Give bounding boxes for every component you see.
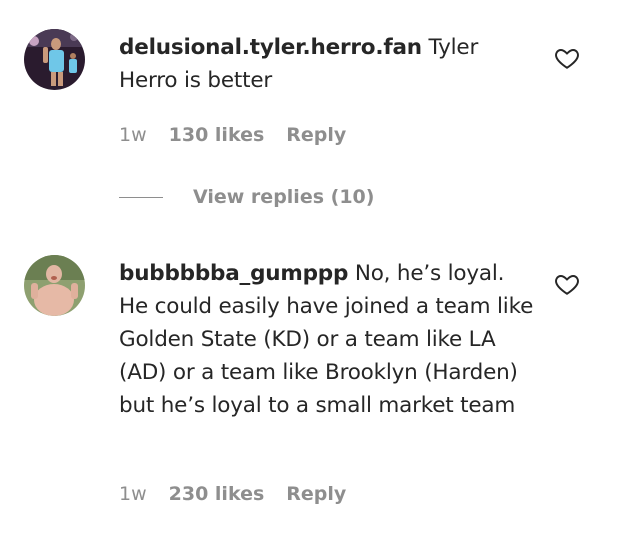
avatar[interactable] — [24, 29, 85, 90]
comment-meta: 1w 230 likes Reply — [119, 483, 346, 505]
heart-icon[interactable] — [554, 45, 580, 71]
comment-body: delusional.tyler.herro.fan Tyler Herro i… — [119, 31, 539, 97]
reply-button[interactable]: Reply — [286, 124, 346, 146]
likes-count[interactable]: 130 likes — [169, 124, 265, 146]
reply-button[interactable]: Reply — [286, 483, 346, 505]
likes-count[interactable]: 230 likes — [169, 483, 265, 505]
timestamp: 1w — [119, 483, 147, 505]
avatar[interactable] — [24, 255, 85, 316]
timestamp: 1w — [119, 124, 147, 146]
comment-body: bubbbbba_gumppp No, he’s loyal. He could… — [119, 257, 539, 422]
view-replies-label: View replies (10) — [193, 186, 375, 208]
view-replies-button[interactable]: View replies (10) — [119, 186, 374, 208]
divider-line — [119, 196, 163, 198]
username[interactable]: delusional.tyler.herro.fan — [119, 35, 422, 60]
heart-icon[interactable] — [554, 271, 580, 297]
comment-meta: 1w 130 likes Reply — [119, 124, 346, 146]
username[interactable]: bubbbbba_gumppp — [119, 261, 348, 286]
